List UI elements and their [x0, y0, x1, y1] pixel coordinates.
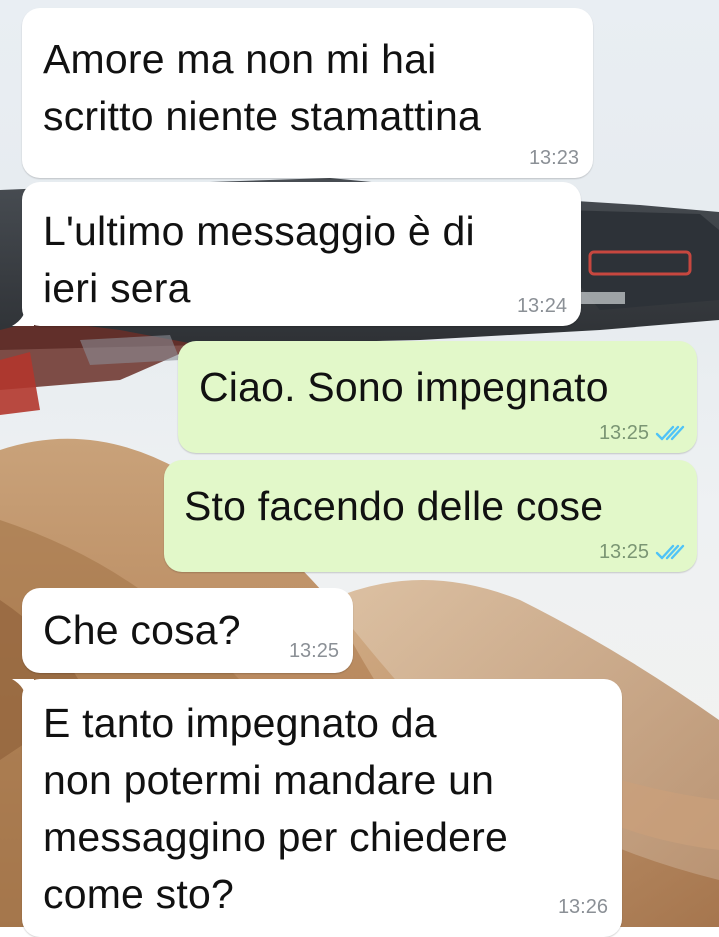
message-timestamp: 13:25 — [288, 640, 339, 662]
bubble-tail-icon — [12, 304, 34, 326]
message-timestamp: 13:26 — [557, 896, 608, 918]
message-meta: 13:25 — [599, 540, 685, 564]
message-bubble-incoming[interactable]: L'ultimo messaggio è di ieri sera 13:24 — [12, 182, 581, 326]
double-check-icon — [655, 543, 685, 561]
message-bubble-outgoing[interactable]: Ciao. Sono impegnato 13:25 — [178, 341, 697, 453]
message-timestamp: 13:23 — [528, 147, 579, 169]
double-check-icon — [655, 424, 685, 442]
message-text: Ciao. Sono impegnato — [199, 364, 609, 410]
message-timestamp: 13:25 — [598, 541, 649, 563]
message-text: L'ultimo messaggio è di ieri sera — [43, 208, 475, 311]
message-bubble-outgoing[interactable]: Sto facendo delle cose 13:25 — [164, 460, 697, 572]
message-meta: 13:26 — [558, 895, 608, 919]
bubble-tail-icon — [12, 679, 34, 701]
message-text: E tanto impegnato da non potermi mandare… — [43, 700, 508, 917]
message-bubble-incoming[interactable]: Amore ma non mi hai scritto niente stama… — [22, 8, 593, 178]
message-timestamp: 13:24 — [516, 295, 567, 317]
message-text: Che cosa? — [43, 607, 241, 653]
message-bubble-incoming[interactable]: Che cosa? 13:25 — [22, 588, 353, 673]
message-meta: 13:24 — [517, 294, 567, 318]
message-text: Amore ma non mi hai scritto niente stama… — [43, 36, 481, 139]
message-text: Sto facendo delle cose — [184, 483, 604, 529]
message-meta: 13:25 — [289, 639, 339, 663]
message-meta: 13:23 — [529, 146, 579, 170]
message-list[interactable]: Amore ma non mi hai scritto niente stama… — [0, 0, 719, 937]
message-timestamp: 13:25 — [598, 422, 649, 444]
message-bubble-incoming[interactable]: E tanto impegnato da non potermi mandare… — [12, 679, 622, 937]
message-meta: 13:25 — [599, 421, 685, 445]
